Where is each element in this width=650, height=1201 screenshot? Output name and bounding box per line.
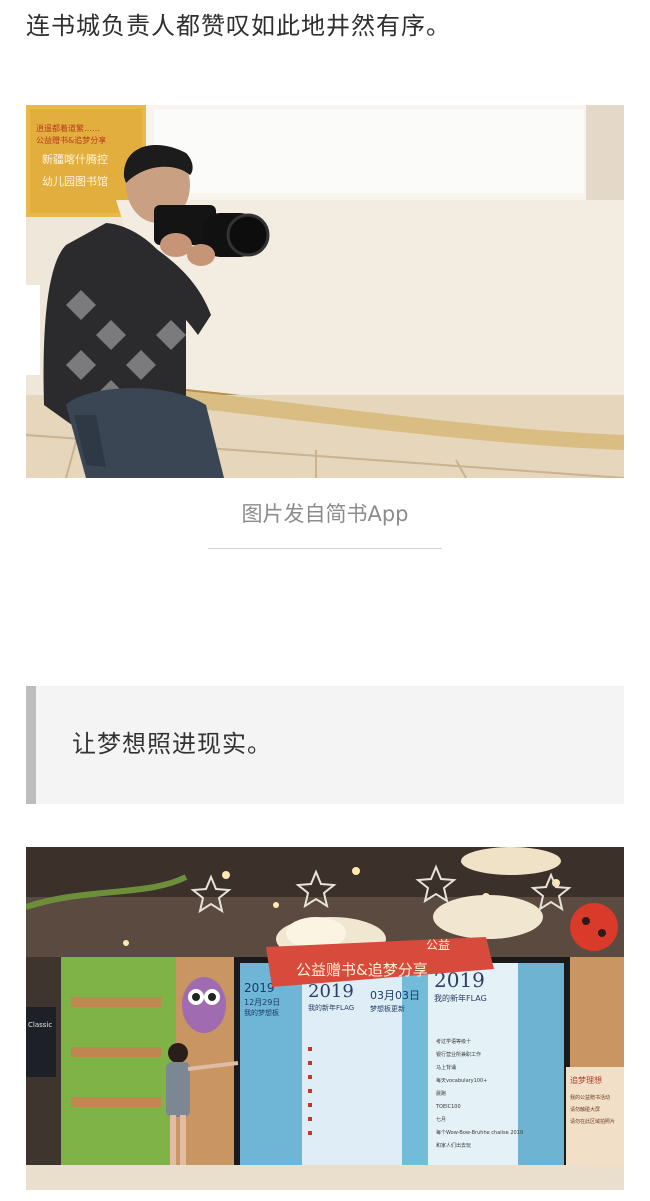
- banner-top: 公益: [426, 938, 450, 952]
- sign-line-3: 新疆喀什腾控: [42, 152, 108, 166]
- flag-item: TOEIC100: [435, 1104, 461, 1110]
- article-paragraph: 连书城负责人都赞叹如此地井然有序。: [26, 12, 451, 40]
- caption-divider: [208, 548, 442, 549]
- side-sign-line: 请勿在此区域拍照片: [570, 1118, 615, 1125]
- flag-item: 和家人们出去玩: [436, 1142, 471, 1149]
- screen-col1-sub: 我的梦想板: [244, 1008, 279, 1017]
- flag-item: 每天vocabulary100+: [436, 1077, 487, 1084]
- side-sign-title: 追梦理想: [570, 1075, 602, 1085]
- photographer-image: 逍遥都着道繁…… 公益赠书&追梦分享 新疆喀什腾控 幼儿园图书馆: [26, 105, 624, 478]
- image-caption: 图片发自简书App: [241, 502, 409, 526]
- screen-col3-sub: 梦想板更新: [370, 1004, 405, 1013]
- banner-title: 公益赠书&追梦分享: [296, 961, 428, 979]
- event-stage-image: Classic 2019 12月29日 我的梦想板 2019 我的新年FLAG …: [26, 847, 624, 1190]
- screen-col2-sub: 我的新年FLAG: [308, 1003, 354, 1012]
- store-sign: Classic: [28, 1021, 52, 1029]
- quote-text: 让梦想照进现实。: [72, 730, 272, 758]
- flag-item: 马上背诵: [436, 1064, 456, 1071]
- side-sign-line: 我的公益赠书活动: [570, 1094, 610, 1101]
- sign-line-1: 逍遥都着道繁……: [36, 123, 100, 133]
- screen-col1-date: 12月29日: [244, 998, 280, 1007]
- sign-line-4: 幼儿园图书馆: [42, 174, 108, 188]
- flag-item: 七月: [436, 1116, 446, 1123]
- flag-item: 晨跑: [436, 1090, 446, 1097]
- flag-item: 每个Wow-Bow-Bruhhe chaiise 2019: [436, 1129, 523, 1136]
- flag-item: 考过学语等级十: [436, 1038, 471, 1045]
- screen-col4-sub: 我的新年FLAG: [434, 993, 487, 1003]
- side-sign-line: 请勿触碰大屏: [570, 1106, 600, 1113]
- screen-col1-year: 2019: [244, 981, 275, 995]
- event-stage-photo[interactable]: Classic 2019 12月29日 我的梦想板 2019 我的新年FLAG …: [26, 847, 624, 1190]
- photographer-photo[interactable]: 逍遥都着道繁…… 公益赠书&追梦分享 新疆喀什腾控 幼儿园图书馆: [26, 105, 624, 478]
- blockquote: 让梦想照进现实。: [26, 686, 624, 804]
- sign-line-2: 公益赠书&追梦分享: [36, 135, 106, 145]
- screen-col2-year: 2019: [308, 981, 354, 1002]
- flag-item: 银行营业所兼职工作: [436, 1051, 481, 1058]
- screen-col3-date: 03月03日: [370, 989, 420, 1002]
